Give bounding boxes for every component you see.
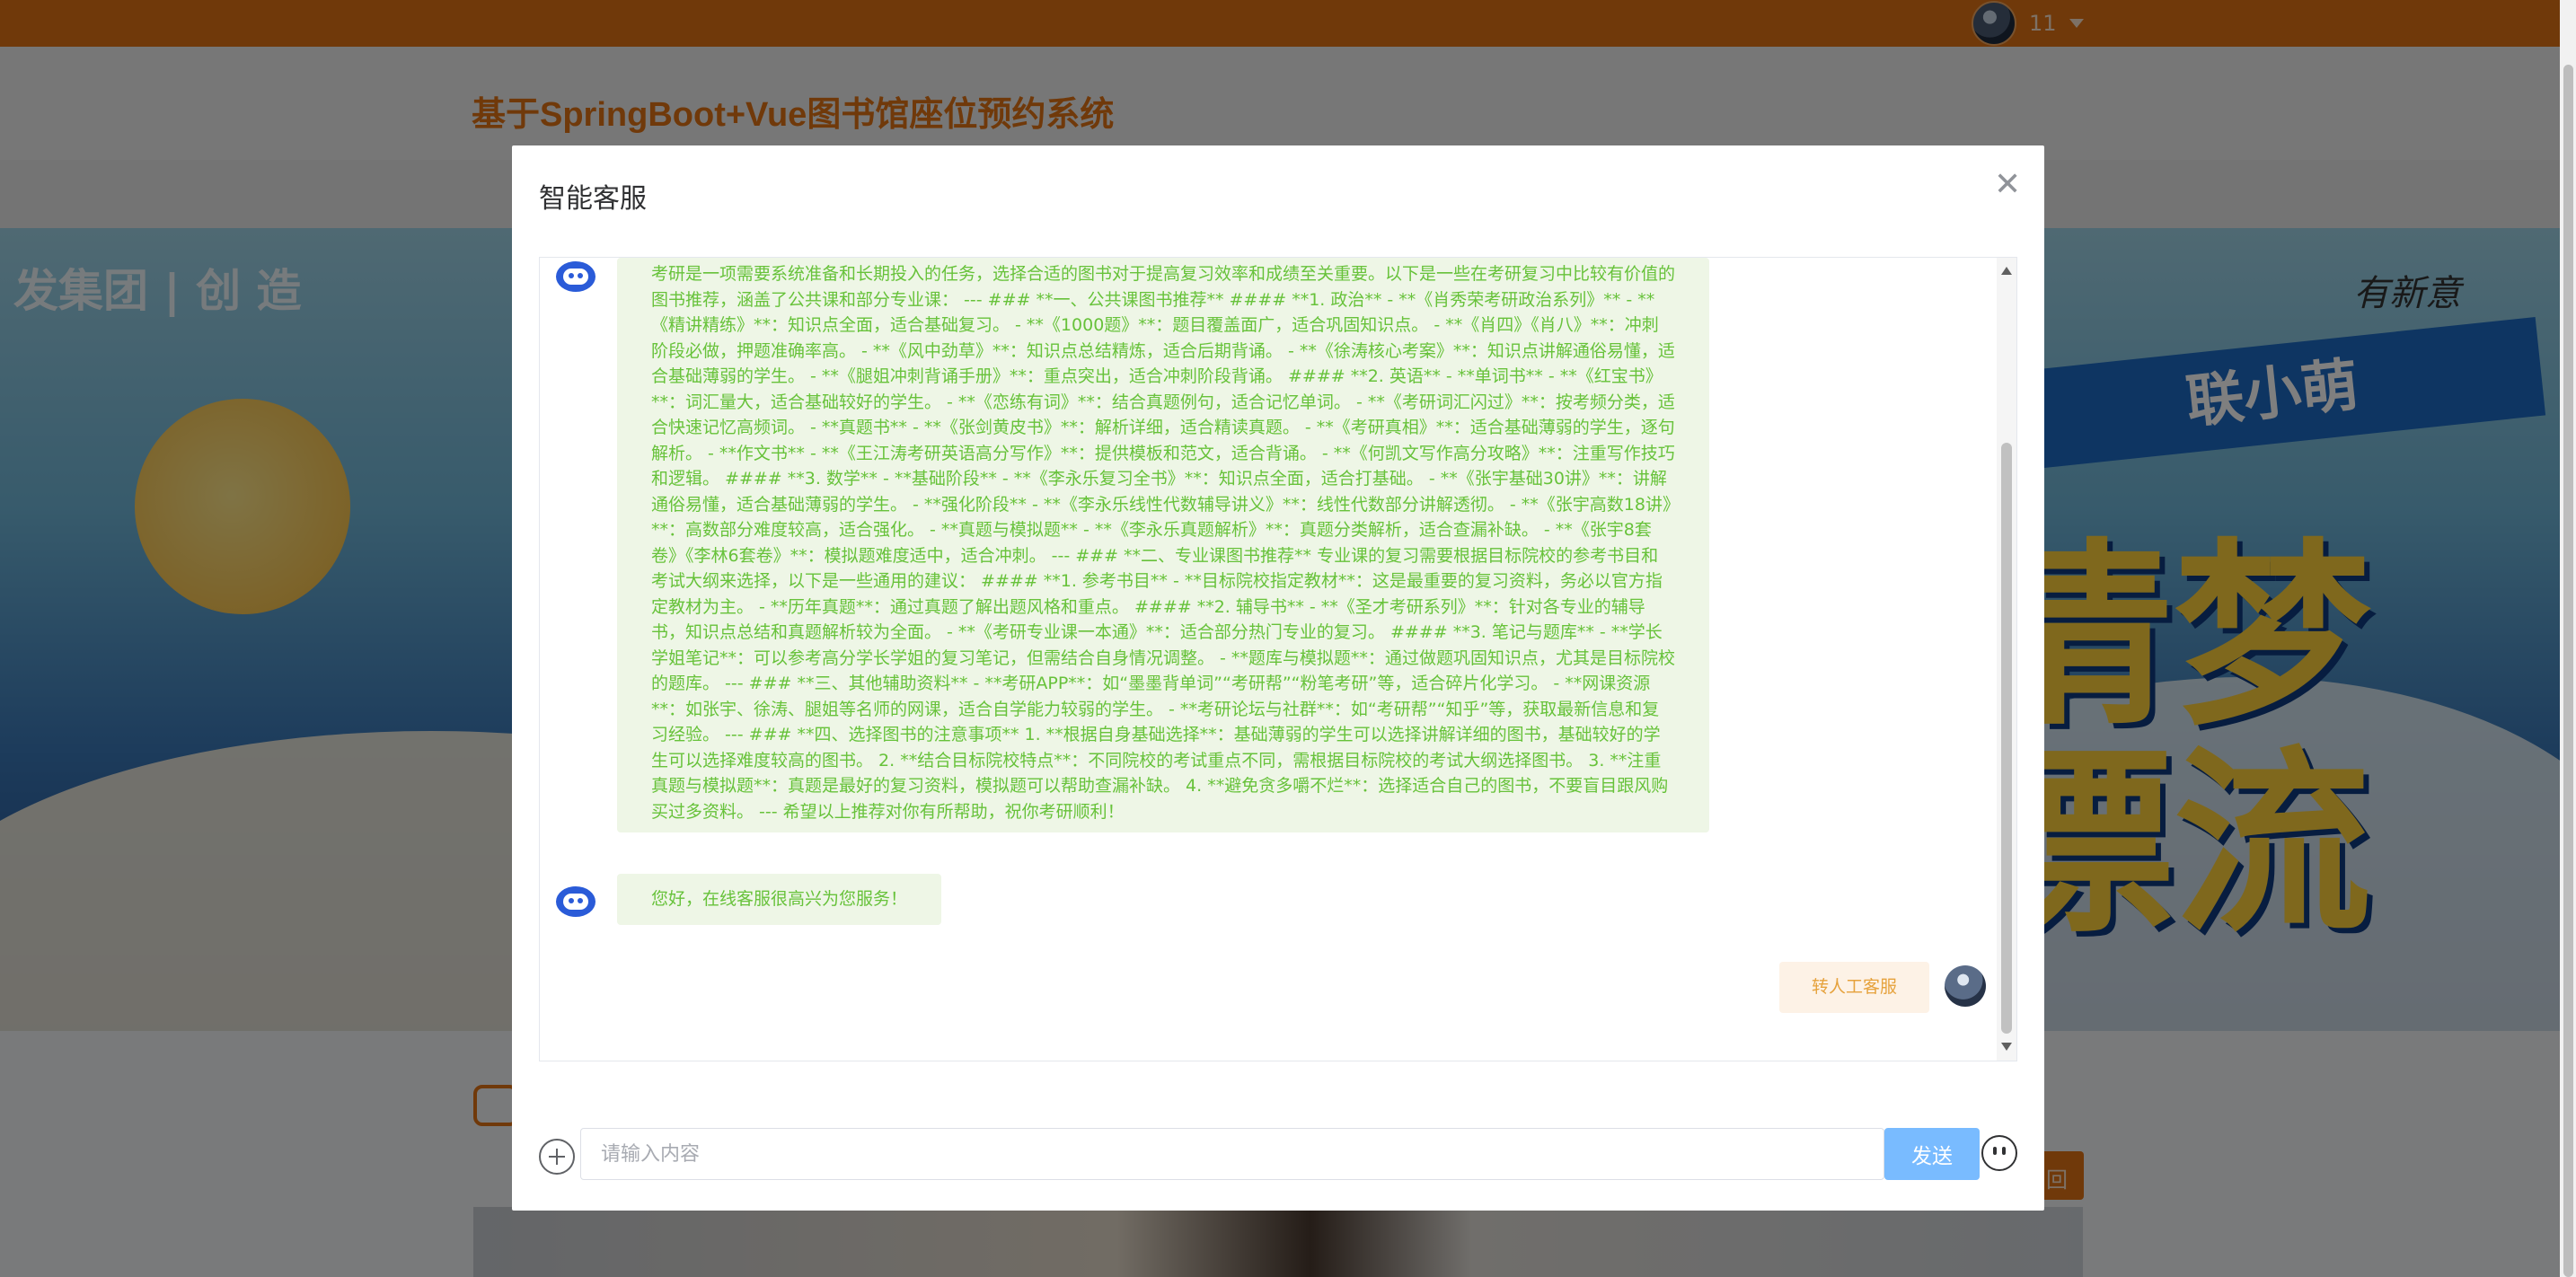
- scroll-up-arrow-icon[interactable]: [2001, 267, 2012, 275]
- chat-history[interactable]: 考研是一项需要系统准备和长期投入的任务，选择合适的图书对于提高复习效率和成绩至关…: [539, 257, 2017, 1061]
- chat-message-user: 转人工客服: [1779, 962, 1995, 1016]
- page-scrollbar-thumb[interactable]: [2563, 65, 2573, 1277]
- dialog-title: 智能客服: [539, 183, 647, 215]
- message-input[interactable]: [580, 1128, 1884, 1180]
- chat-message-bot: 您好，在线客服很高兴为您服务！: [556, 258, 1095, 940]
- user-avatar: [1945, 965, 1986, 1007]
- chat-scrollbar-thumb[interactable]: [2001, 443, 2012, 1034]
- customer-service-dialog: 智能客服 ✕ 考研是一项需要系统准备和长期投入的任务，选择合适的图书对于提高复习…: [512, 145, 2044, 1211]
- close-icon[interactable]: ✕: [1994, 169, 2021, 201]
- scroll-down-arrow-icon[interactable]: [2001, 1043, 2012, 1051]
- chat-scrollbar[interactable]: [1997, 258, 2016, 1061]
- emoji-icon[interactable]: [1981, 1135, 2017, 1171]
- chat-input-row: 发送: [539, 1128, 2017, 1185]
- bot-avatar: [556, 883, 595, 919]
- plus-circle-icon[interactable]: [539, 1139, 575, 1175]
- chat-bubble-user: 转人工客服: [1779, 962, 1930, 1013]
- send-button[interactable]: 发送: [1884, 1128, 1980, 1180]
- page-scrollbar[interactable]: [2560, 0, 2576, 1277]
- chat-bubble-bot: 您好，在线客服很高兴为您服务！: [617, 874, 942, 925]
